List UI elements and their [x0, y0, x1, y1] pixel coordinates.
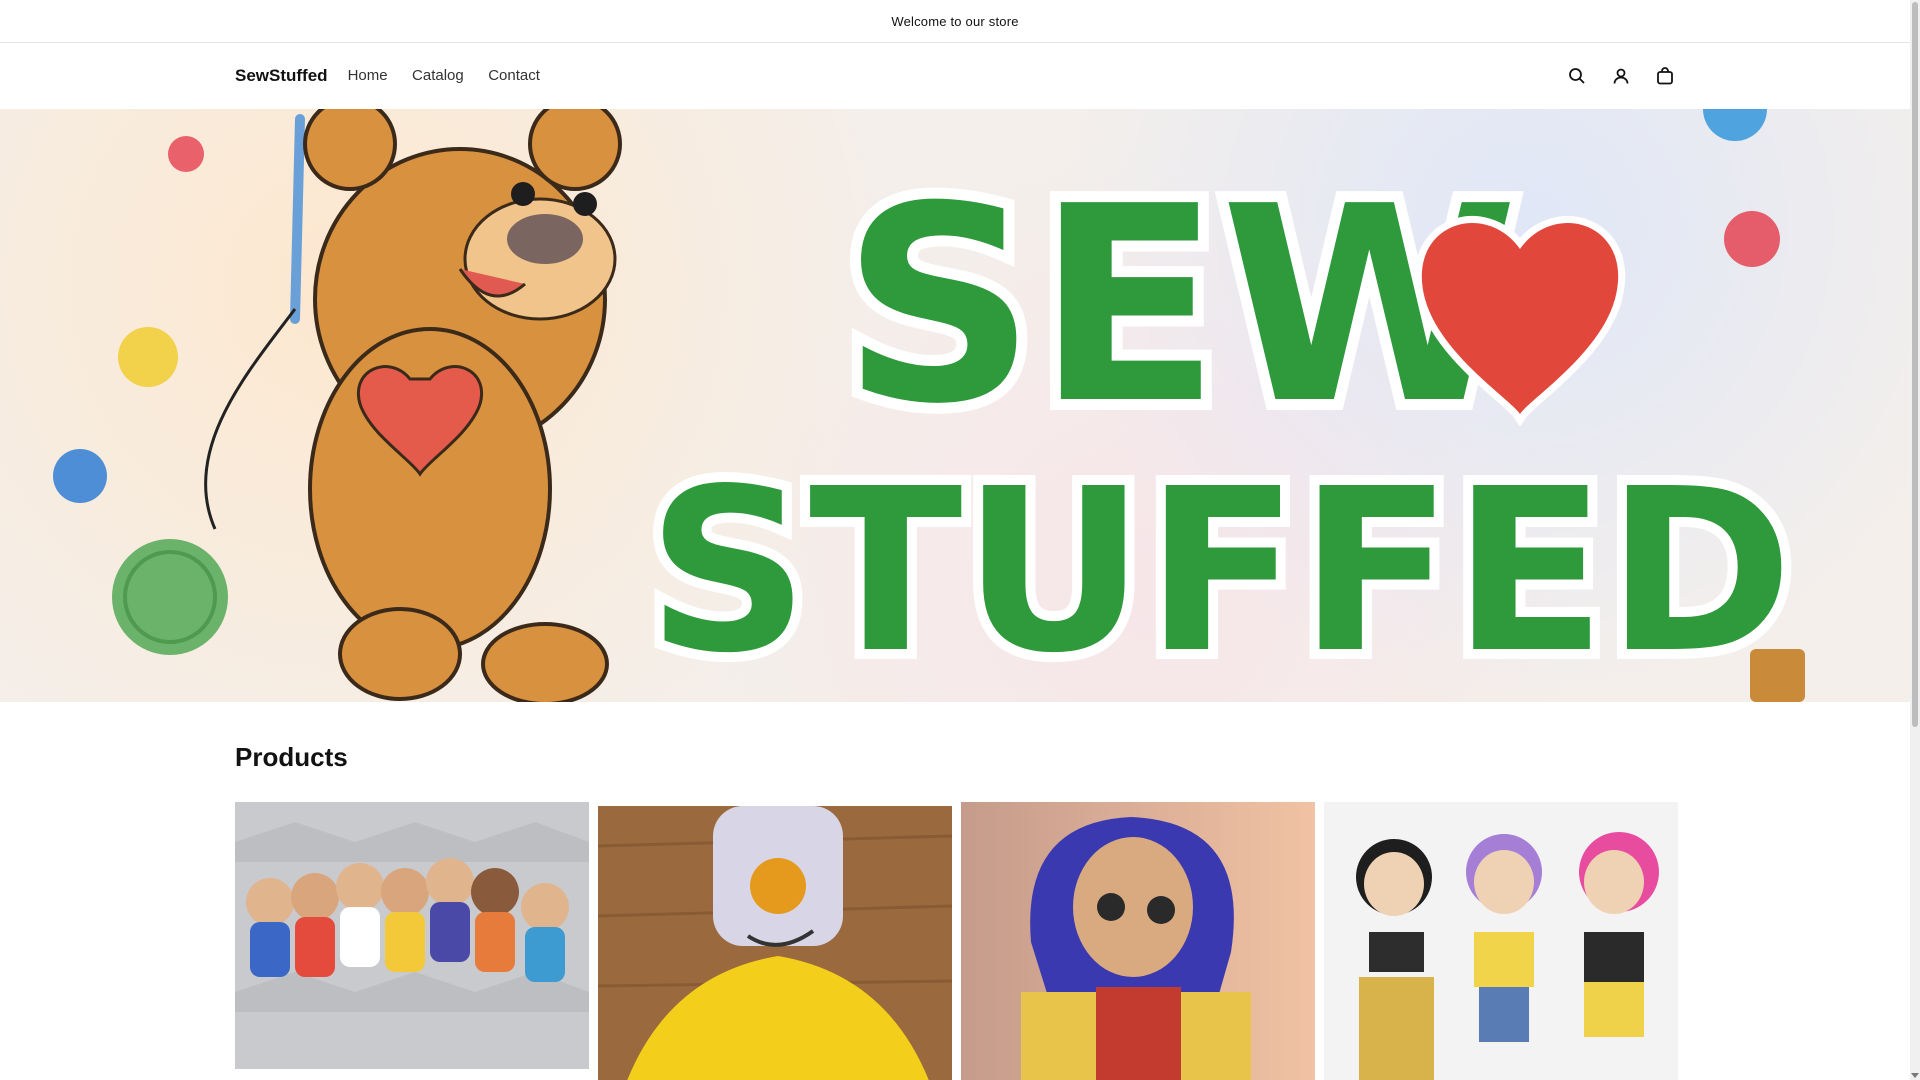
main-nav: Home Catalog Contact	[348, 67, 560, 85]
cart-icon[interactable]	[1655, 66, 1675, 86]
announcement-text: Welcome to our store	[891, 13, 1019, 29]
scroll-down-arrow-icon[interactable]	[1911, 1073, 1919, 1078]
product-image-crochet-dolls	[235, 802, 589, 1069]
product-card[interactable]	[598, 806, 952, 1080]
heart-balloon-icon	[1724, 211, 1780, 267]
banner-text-stuffed: STUFFED	[647, 441, 1793, 702]
product-card[interactable]	[961, 802, 1315, 1080]
yarn-ball-icon	[112, 539, 228, 655]
product-card[interactable]	[235, 802, 589, 1069]
account-icon[interactable]	[1611, 66, 1631, 86]
scrollbar-thumb[interactable]	[1912, 2, 1918, 727]
product-grid	[235, 802, 1678, 1080]
product-card[interactable]	[1324, 802, 1678, 1080]
teddy-bear-icon	[303, 109, 622, 702]
site-header: SewStuffed Home Catalog Contact	[0, 43, 1910, 109]
announcement-bar: Welcome to our store	[0, 0, 1910, 43]
blue-button-icon	[53, 449, 107, 503]
page: Welcome to our store SewStuffed Home Cat…	[0, 0, 1910, 1080]
hero-banner[interactable]: SEW STUFFED	[0, 109, 1910, 702]
header-icons	[1567, 66, 1675, 86]
hero-illustration: SEW STUFFED	[53, 109, 1805, 702]
heart-decoration-icon	[168, 136, 204, 172]
yellow-button-icon	[118, 327, 178, 387]
nav-home[interactable]: Home	[348, 67, 388, 84]
banner-logo-text: SEW STUFFED	[637, 137, 1803, 702]
search-icon[interactable]	[1567, 66, 1587, 86]
page-scrollbar[interactable]	[1910, 0, 1920, 1080]
product-image-blue-hair-doll	[961, 802, 1315, 1080]
button-decoration-icon	[1703, 109, 1767, 141]
nav-contact[interactable]: Contact	[488, 67, 540, 84]
store-logo[interactable]: SewStuffed	[235, 66, 328, 86]
product-image-duck-lovey	[598, 806, 952, 1080]
product-image-fashion-dolls	[1324, 802, 1678, 1080]
banner-text-sew: SEW	[842, 148, 1519, 463]
products-heading: Products	[235, 742, 348, 772]
nav-catalog[interactable]: Catalog	[412, 67, 464, 84]
